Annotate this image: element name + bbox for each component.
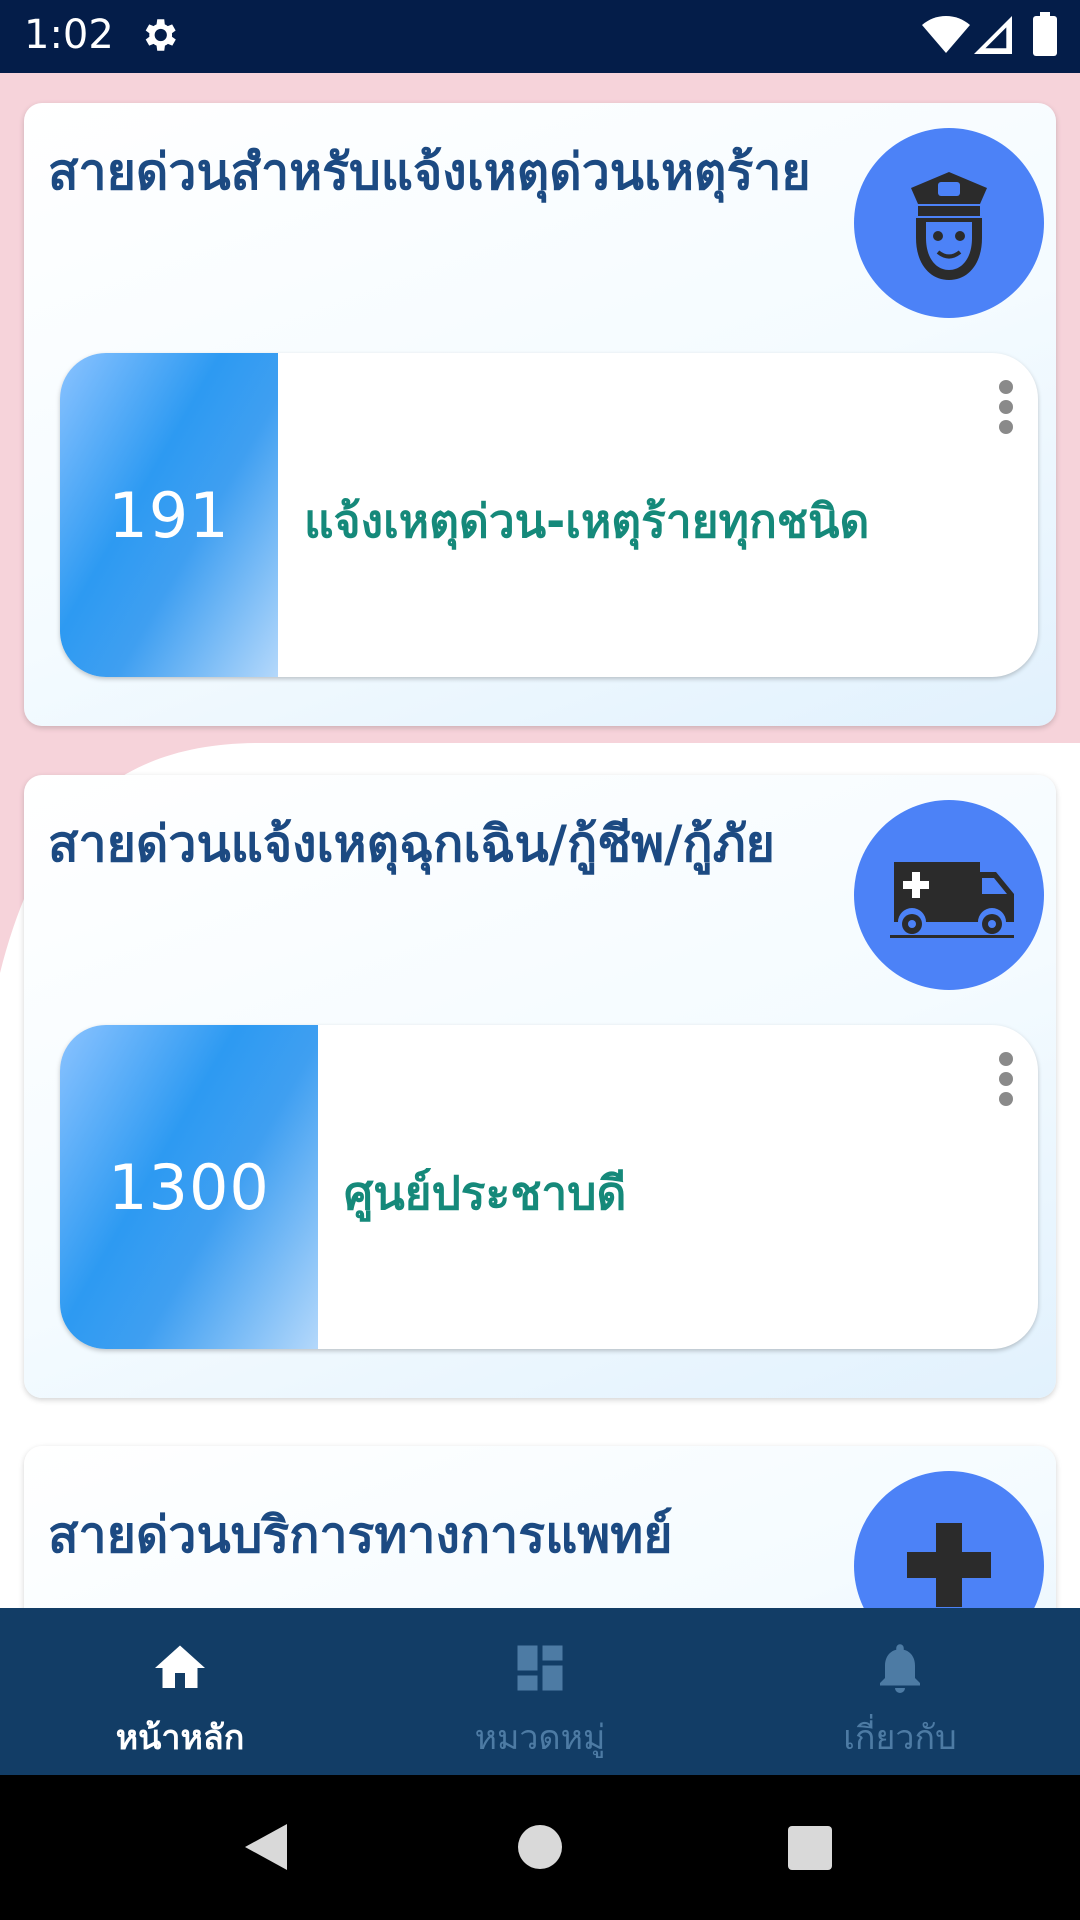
category-title: สายด่วนสำหรับแจ้งเหตุด่วนเหตุร้าย (48, 143, 811, 201)
nav-tab-home[interactable]: หน้าหลัก (0, 1608, 360, 1775)
home-icon (155, 1645, 205, 1688)
police-officer-icon[interactable] (854, 128, 1044, 318)
more-options-icon[interactable] (996, 1051, 1016, 1107)
hotline-number[interactable]: 191 (60, 353, 278, 677)
hotline-entry-1300[interactable]: 1300 ศูนย์ประชาบดี (60, 1025, 1038, 1349)
settings-gear-icon (145, 19, 176, 51)
nav-tab-about[interactable]: เกี่ยวกับ (720, 1608, 1080, 1775)
recents-square-icon[interactable] (786, 1824, 834, 1872)
back-icon[interactable] (243, 1822, 293, 1872)
hotline-entry-191[interactable]: 191 แจ้งเหตุด่วน-เหตุร้ายทุกชนิด (60, 353, 1038, 677)
category-card-medical[interactable]: สายด่วนบริการทางการแพทย์ (24, 1446, 1056, 1608)
cell-signal-icon (974, 16, 1012, 54)
nav-label: หน้าหลัก (115, 1718, 245, 1758)
hotline-label: แจ้งเหตุด่วน-เหตุร้ายทุกชนิด (304, 494, 870, 548)
home-circle-icon[interactable] (516, 1823, 564, 1871)
bell-icon (880, 1644, 920, 1693)
more-options-icon[interactable] (996, 379, 1016, 435)
category-title: สายด่วนแจ้งเหตุฉุกเฉิน/กู้ชีพ/กู้ภัย (48, 815, 775, 873)
wifi-icon (922, 16, 970, 53)
battery-icon (1033, 12, 1057, 56)
status-time: 1:02 (24, 12, 114, 58)
hotline-label: ศูนย์ประชาบดี (344, 1166, 627, 1220)
ambulance-icon[interactable] (854, 800, 1044, 990)
category-card-rescue[interactable]: สายด่วนแจ้งเหตุฉุกเฉิน/กู้ชีพ/กู้ภัย 130… (24, 775, 1056, 1398)
category-title: สายด่วนบริการทางการแพทย์ (48, 1506, 673, 1564)
nav-tab-categories[interactable]: หมวดหมู่ (360, 1608, 720, 1775)
status-bar: 1:02 (0, 0, 1080, 73)
main-scroll-content[interactable]: สายด่วนสำหรับแจ้งเหตุด่วนเหตุร้าย 191 แจ… (0, 73, 1080, 1608)
nav-label: หมวดหมู่ (474, 1718, 606, 1758)
system-navigation-bar (0, 1775, 1080, 1920)
nav-label: เกี่ยวกับ (843, 1718, 957, 1758)
bottom-navigation: หน้าหลัก หมวดหมู่ เกี่ยวกับ (0, 1608, 1080, 1775)
medical-cross-icon[interactable] (854, 1471, 1044, 1608)
hotline-number[interactable]: 1300 (60, 1025, 318, 1349)
category-card-emergency-crime[interactable]: สายด่วนสำหรับแจ้งเหตุด่วนเหตุร้าย 191 แจ… (24, 103, 1056, 726)
dashboard-icon (517, 1645, 563, 1691)
